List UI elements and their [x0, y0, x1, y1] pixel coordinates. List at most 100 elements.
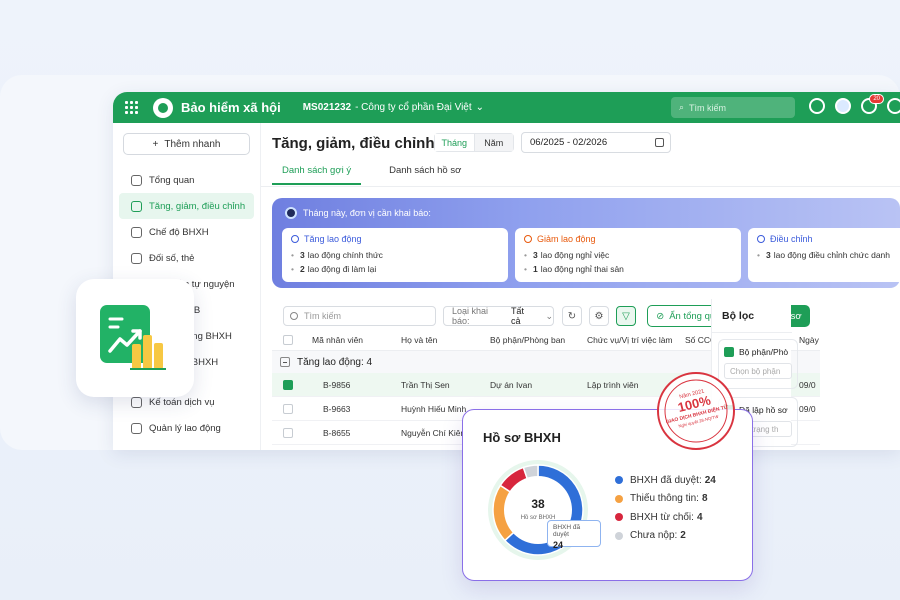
user-plus-icon [291, 235, 299, 243]
card-line: 3lao động chính thức [291, 250, 499, 260]
cell-full-name: Huỳnh Hiếu Minh [401, 404, 467, 414]
line-text: lao động điều chỉnh chức danh [773, 250, 890, 260]
checkbox-icon [283, 404, 293, 414]
line-text: lao động đi làm lại [307, 264, 377, 274]
company-selector[interactable]: MS021232 - Công ty cổ phần Đại Việt ⌄ [303, 102, 484, 113]
top-icons: 20 [809, 94, 900, 114]
top-search-input[interactable]: ⌕ Tìm kiếm [671, 97, 795, 118]
settings-button[interactable]: ⚙ [589, 306, 609, 326]
sidebar-item-bhxh-regime[interactable]: Chế độ BHXH [113, 219, 260, 245]
row-checkbox[interactable] [283, 421, 293, 445]
report-app-icon [76, 279, 194, 397]
sidebar-item-overview[interactable]: Tổng quan [113, 167, 260, 193]
legend-value: 4 [696, 511, 703, 523]
column-position: Chức vụ/Vị trí việc làm [587, 335, 673, 345]
date-range-input[interactable]: 06/2025 - 02/2026 [521, 132, 671, 153]
company-name: - Công ty cổ phần Đại Việt [355, 102, 472, 113]
card-decrease[interactable]: Giảm lao động 3lao động nghỉ việc 1lao đ… [515, 228, 741, 282]
card-line: 3lao động điều chỉnh chức danh [757, 250, 891, 260]
header-checkbox[interactable] [283, 329, 293, 351]
card-title: Hồ sơ BHXH [483, 430, 561, 445]
line-count: 3 [299, 250, 305, 260]
column-employee-id: Mã nhân viên [312, 335, 364, 345]
add-quick-button[interactable]: + Thêm nhanh [123, 133, 250, 155]
refresh-button[interactable]: ↻ [562, 306, 582, 326]
app-grid-icon[interactable] [125, 100, 139, 115]
filter-department-header[interactable]: Bộ phận/Phò [724, 347, 792, 357]
cell-department: Dự án Ivan [490, 380, 533, 390]
donut-center-value: 38 [531, 497, 545, 511]
sidebar-item-book-card[interactable]: Đối số, thẻ [113, 245, 260, 271]
sidebar-item-labor[interactable]: Quản lý lao động [113, 415, 260, 441]
card-adjust[interactable]: Điều chỉnh 3lao động điều chỉnh chức dan… [748, 228, 900, 282]
refresh-icon: ↻ [567, 310, 577, 322]
banner-heading-text: Tháng này, đơn vị cần khai báo: [303, 208, 431, 218]
row-checkbox[interactable] [283, 397, 293, 421]
legend-dot [615, 531, 623, 540]
toggle-year[interactable]: Năm [474, 134, 513, 151]
toggle-month[interactable]: Tháng [435, 134, 475, 151]
legend-label: Chưa nộp [630, 530, 675, 542]
checkbox-checked-icon [283, 380, 293, 390]
list-search-input[interactable]: Tìm kiếm [283, 306, 436, 326]
calculator-icon [131, 396, 142, 408]
home-icon [131, 174, 142, 186]
filter-label: Bộ phận/Phò [739, 347, 789, 357]
filter-button[interactable]: ▽ [616, 306, 636, 326]
add-quick-label: Thêm nhanh [164, 138, 221, 150]
column-full-name: Họ và tên [401, 335, 438, 345]
tab-suggestions[interactable]: Danh sách gợi ý [272, 165, 362, 185]
cell-date: 09/0 [799, 404, 816, 414]
cell-employee-id: B-9856 [323, 380, 351, 390]
card-adjust-title: Điều chỉnh [757, 234, 891, 244]
search-icon [290, 312, 298, 320]
sidebar-item-adjustments[interactable]: Tăng, giảm, điều chỉnh [119, 193, 254, 219]
plus-icon: + [152, 138, 159, 150]
legend-value: 24 [704, 474, 716, 486]
cell-full-name: Trần Thị Sen [401, 380, 450, 390]
cell-employee-id: B-8655 [323, 428, 351, 438]
funnel-icon: ▽ [622, 310, 630, 322]
chat-icon[interactable]: 20 [861, 94, 884, 114]
chevron-down-icon: ⌄ [545, 310, 553, 321]
group-label: Tăng lao động: 4 [297, 356, 373, 368]
assistant-icon[interactable] [835, 98, 851, 114]
checkbox-icon [283, 428, 293, 438]
card-line: 1lao động nghỉ thai sản [524, 264, 732, 274]
gear-icon[interactable] [809, 98, 825, 114]
line-count: 3 [532, 250, 538, 260]
document-icon [131, 226, 142, 238]
line-count: 1 [532, 264, 538, 274]
line-count: 3 [765, 250, 771, 260]
card-title-text: Điều chỉnh [770, 234, 813, 244]
row-checkbox[interactable] [283, 373, 293, 397]
chevron-down-icon: ⌄ [475, 102, 485, 113]
top-search-placeholder: Tìm kiếm [689, 102, 727, 113]
declare-type-select[interactable]: Loại khai báo: Tất cả ⌄ [443, 306, 554, 326]
collapse-icon[interactable] [280, 357, 290, 367]
declaration-banner: Tháng này, đơn vị cần khai báo: Tăng lao… [272, 198, 900, 288]
banner-heading: Tháng này, đơn vị cần khai báo: [285, 207, 431, 219]
sidebar-item-label: Đối số, thẻ [149, 252, 195, 264]
logo-icon [153, 97, 173, 118]
line-text: lao động nghỉ thai sản [540, 264, 624, 274]
notification-badge: 20 [869, 94, 884, 104]
tab-records[interactable]: Danh sách hồ sơ [379, 165, 471, 185]
legend-item: BHXH đã duyệt: 24 [615, 471, 716, 490]
card-title-text: Giảm lao động [537, 234, 596, 244]
list-search-placeholder: Tìm kiếm [304, 311, 341, 321]
company-code: MS021232 [302, 102, 352, 113]
card-decrease-title: Giảm lao động [524, 234, 732, 244]
base-line [130, 368, 166, 370]
column-department: Bộ phận/Phòng ban [490, 335, 566, 345]
declare-type-label: Loại khai báo: [452, 306, 489, 326]
card-title-text: Tăng lao động [304, 234, 362, 244]
bar-icon [143, 335, 152, 369]
bell-icon[interactable] [887, 98, 900, 114]
legend-dot [615, 494, 623, 503]
robot-icon [285, 207, 297, 219]
top-bar: Bảo hiểm xã hội MS021232 - Công ty cổ ph… [113, 92, 900, 123]
period-toggle: Tháng Năm [434, 133, 514, 152]
card-increase[interactable]: Tăng lao động 3lao động chính thức 2lao … [282, 228, 508, 282]
main-content: Tăng, giảm, điều chỉnh Tháng Năm 06/2025… [261, 123, 900, 450]
